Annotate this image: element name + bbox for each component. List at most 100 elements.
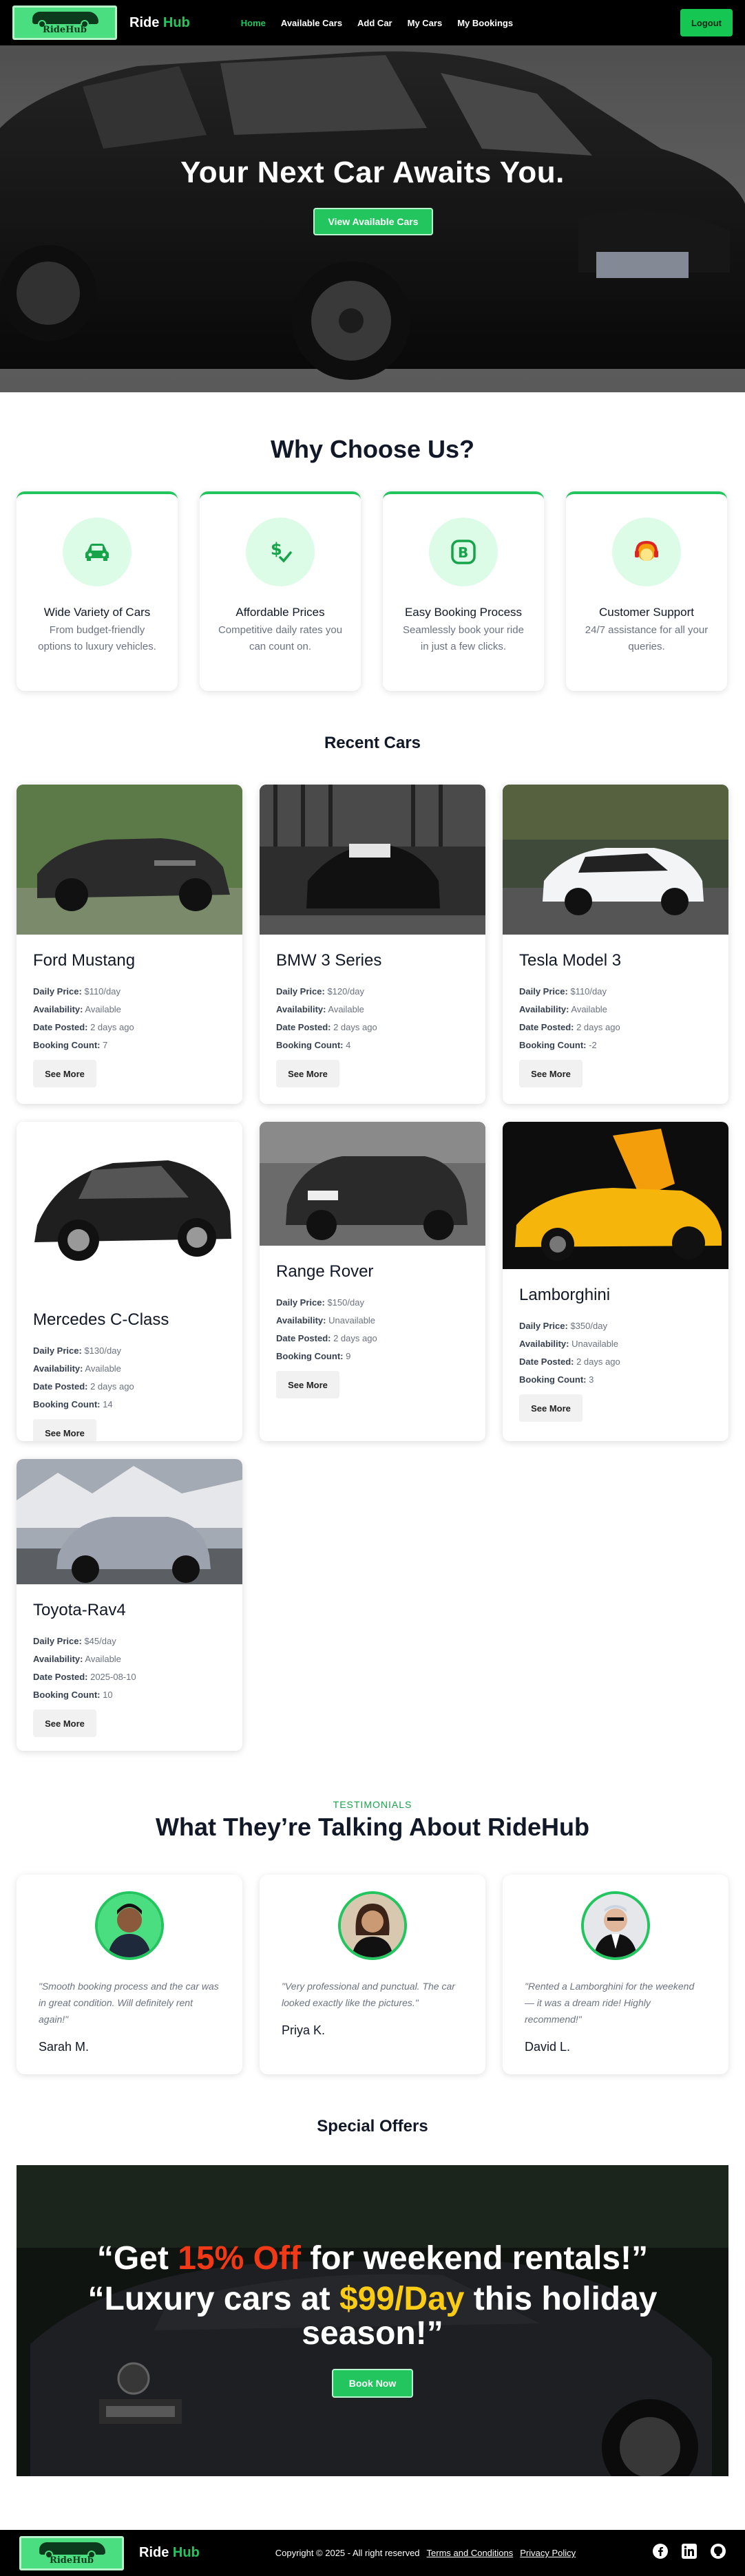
car-price-row: Daily Price: $120/day [276, 986, 364, 997]
car-price-row: Daily Price: $350/day [519, 1321, 607, 1331]
avatar [581, 1891, 650, 1960]
nav-available-cars[interactable]: Available Cars [281, 18, 342, 28]
car-availability-row: Availability: Available [33, 1363, 121, 1374]
nav-home[interactable]: Home [241, 18, 266, 28]
top-navbar: RideHub Ride Hub Home Available Cars Add… [0, 0, 745, 45]
car-card-lamborghini: Lamborghini Daily Price: $350/day Availa… [503, 1122, 728, 1441]
logo-text: RideHub [43, 25, 87, 35]
testimonial-name: Priya K. [282, 2023, 326, 2037]
logout-button[interactable]: Logout [680, 9, 733, 36]
car-availability-row: Availability: Available [33, 1654, 121, 1664]
svg-text:B: B [458, 544, 468, 561]
nav-my-cars[interactable]: My Cars [408, 18, 443, 28]
car-name: Ford Mustang [33, 951, 136, 970]
see-more-button[interactable]: See More [519, 1394, 583, 1422]
car-image [17, 1122, 242, 1294]
privacy-link[interactable]: Privacy Policy [520, 2548, 576, 2558]
car-card-mercedes-c-class: Mercedes C-Class Daily Price: $130/day A… [17, 1122, 242, 1441]
testimonial-name: Sarah M. [39, 2040, 90, 2054]
dollar-check-icon: $ [246, 518, 315, 586]
support-headset-icon [612, 518, 681, 586]
car-name: Range Rover [276, 1262, 374, 1281]
car-booking-count-row: Booking Count: 4 [276, 1040, 351, 1050]
feature-card-prices: $ Affordable Prices Competitive daily ra… [200, 491, 361, 691]
nav-links: Home Available Cars Add Car My Cars My B… [241, 18, 513, 28]
feature-title: Customer Support [599, 606, 694, 619]
booking-b-icon: B [429, 518, 498, 586]
car-posted-row: Date Posted: 2025-08-10 [33, 1672, 136, 1682]
brand-name[interactable]: Ride Hub [129, 15, 190, 31]
car-name: Toyota-Rav4 [33, 1601, 126, 1619]
testimonial-quote: "Rented a Lamborghini for the weekend — … [525, 1981, 695, 2025]
book-now-button[interactable]: Book Now [332, 2369, 413, 2398]
see-more-button[interactable]: See More [276, 1060, 339, 1087]
car-availability-row: Availability: Available [519, 1004, 607, 1014]
car-booking-count-row: Booking Count: 10 [33, 1690, 113, 1700]
car-name: BMW 3 Series [276, 951, 382, 970]
car-posted-row: Date Posted: 2 days ago [276, 1022, 377, 1032]
see-more-button[interactable]: See More [33, 1060, 96, 1087]
nav-add-car[interactable]: Add Car [357, 18, 392, 28]
feature-card-variety: Wide Variety of Cars From budget-friendl… [17, 491, 178, 691]
car-booking-count-row: Booking Count: 9 [276, 1351, 351, 1361]
linkedin-icon[interactable] [682, 2544, 697, 2562]
feature-title: Easy Booking Process [404, 606, 523, 619]
car-image [260, 785, 485, 935]
testimonial-card: "Very professional and punctual. The car… [260, 1875, 485, 2074]
car-image [17, 1459, 242, 1584]
testimonial-quote: "Very professional and punctual. The car… [282, 1981, 455, 2008]
see-more-button[interactable]: See More [33, 1710, 96, 1737]
see-more-button[interactable]: See More [276, 1371, 339, 1398]
terms-link[interactable]: Terms and Conditions [427, 2548, 514, 2558]
offer-line-holiday: “Luxury cars at $99/Day this holiday sea… [87, 2281, 658, 2352]
car-availability-row: Availability: Unavailable [519, 1339, 619, 1349]
car-availability-row: Availability: Available [33, 1004, 121, 1014]
feature-title: Affordable Prices [235, 606, 325, 619]
car-price-row: Daily Price: $110/day [519, 986, 607, 997]
car-posted-row: Date Posted: 2 days ago [519, 1356, 620, 1367]
offer-highlight-price: $99/Day [339, 2281, 465, 2317]
hero-banner: Your Next Car Awaits You. View Available… [0, 45, 745, 392]
car-card-tesla-model-3: Tesla Model 3 Daily Price: $110/day Avai… [503, 785, 728, 1104]
avatar [95, 1891, 164, 1960]
testimonial-name: David L. [525, 2040, 571, 2054]
see-more-button[interactable]: See More [519, 1060, 583, 1087]
view-available-cars-button[interactable]: View Available Cars [313, 208, 433, 235]
testimonials-title: What They’re Talking About RideHub [156, 1813, 589, 1841]
car-booking-count-row: Booking Count: 7 [33, 1040, 108, 1050]
feature-desc: From budget-friendly options to luxury v… [38, 624, 156, 652]
car-availability-row: Availability: Unavailable [276, 1315, 376, 1326]
brand-hub: Hub [162, 14, 190, 30]
logo[interactable]: RideHub [12, 6, 117, 40]
car-price-row: Daily Price: $130/day [33, 1345, 121, 1356]
footer-logo[interactable]: RideHub [19, 2535, 124, 2570]
github-icon[interactable] [711, 2544, 726, 2562]
feature-title: Wide Variety of Cars [43, 606, 151, 619]
car-booking-count-row: Booking Count: 14 [33, 1399, 113, 1409]
car-booking-count-row: Booking Count: 3 [519, 1374, 594, 1385]
special-offers-title: Special Offers [317, 2117, 428, 2136]
car-price-row: Daily Price: $110/day [33, 986, 120, 997]
car-card-toyota-rav4: Toyota-Rav4 Daily Price: $45/day Availab… [17, 1459, 242, 1751]
car-posted-row: Date Posted: 2 days ago [33, 1022, 134, 1032]
feature-card-support: Customer Support 24/7 assistance for all… [566, 491, 727, 691]
footer-copyright: Copyright © 2025 - All right reserved [275, 2548, 420, 2558]
car-price-row: Daily Price: $45/day [33, 1636, 116, 1646]
svg-text:$: $ [271, 540, 282, 559]
testimonial-card: "Smooth booking process and the car was … [17, 1875, 242, 2074]
car-card-ford-mustang: Ford Mustang Daily Price: $110/day Avail… [17, 785, 242, 1104]
see-more-button[interactable]: See More [33, 1419, 96, 1441]
car-posted-row: Date Posted: 2 days ago [33, 1381, 134, 1392]
social-icons [653, 2544, 726, 2562]
recent-cars-title: Recent Cars [324, 734, 421, 752]
hero-title: Your Next Car Awaits You. [180, 156, 565, 189]
testimonial-card: "Rented a Lamborghini for the weekend — … [503, 1875, 728, 2074]
car-image [503, 785, 728, 935]
footer: RideHub Ride Hub Copyright © 2025 - All … [0, 2530, 745, 2576]
car-icon [63, 518, 132, 586]
footer-brand: Ride Hub [139, 2545, 200, 2560]
car-image [17, 785, 242, 935]
nav-my-bookings[interactable]: My Bookings [457, 18, 513, 28]
car-posted-row: Date Posted: 2 days ago [519, 1022, 620, 1032]
facebook-icon[interactable] [653, 2544, 668, 2562]
